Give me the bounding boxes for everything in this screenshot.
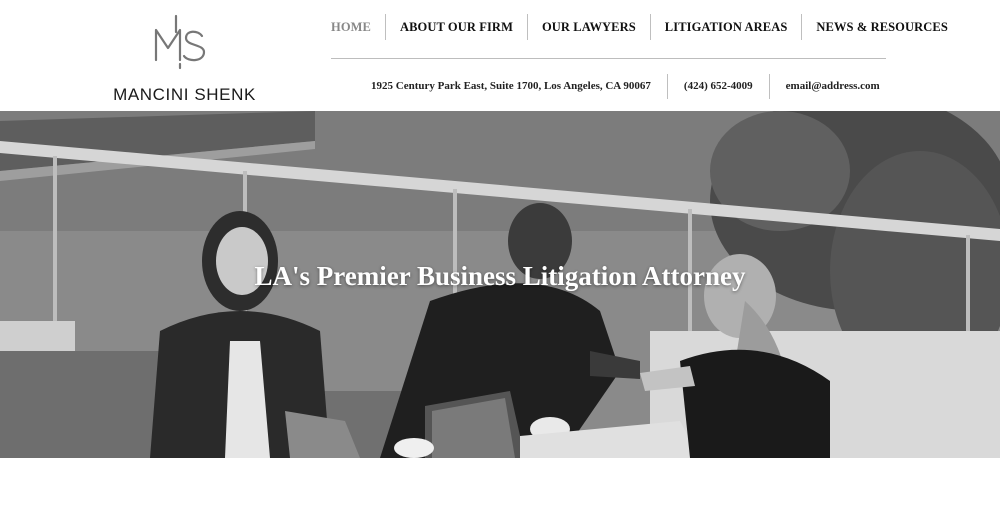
contact-address: 1925 Century Park East, Suite 1700, Los …: [371, 80, 651, 92]
main-nav: HOME ABOUT OUR FIRM OUR LAWYERS LITIGATI…: [320, 14, 962, 40]
content-area: [0, 458, 1000, 515]
header-divider: [331, 58, 886, 59]
site-header: MANCINI SHENK HOME ABOUT OUR FIRM OUR LA…: [0, 0, 1000, 111]
brand-name: MANCINI SHENK: [113, 85, 256, 104]
hero-banner: LA's Premier Business Litigation Attorne…: [0, 111, 1000, 458]
hero-title: LA's Premier Business Litigation Attorne…: [254, 261, 746, 291]
monogram-icon: [154, 14, 206, 70]
nav-home[interactable]: HOME: [320, 14, 385, 40]
nav-litigation-areas[interactable]: LITIGATION AREAS: [649, 14, 802, 40]
contact-email[interactable]: email@address.com: [768, 74, 896, 99]
nav-about-our-firm[interactable]: ABOUT OUR FIRM: [384, 14, 527, 40]
logo[interactable]: MANCINI SHENK: [112, 12, 257, 104]
nav-news-resources[interactable]: NEWS & RESOURCES: [801, 14, 962, 40]
nav-our-lawyers[interactable]: OUR LAWYERS: [526, 14, 650, 40]
contact-bar: 1925 Century Park East, Suite 1700, Los …: [355, 74, 896, 99]
contact-phone[interactable]: (424) 652-4009: [666, 74, 769, 99]
